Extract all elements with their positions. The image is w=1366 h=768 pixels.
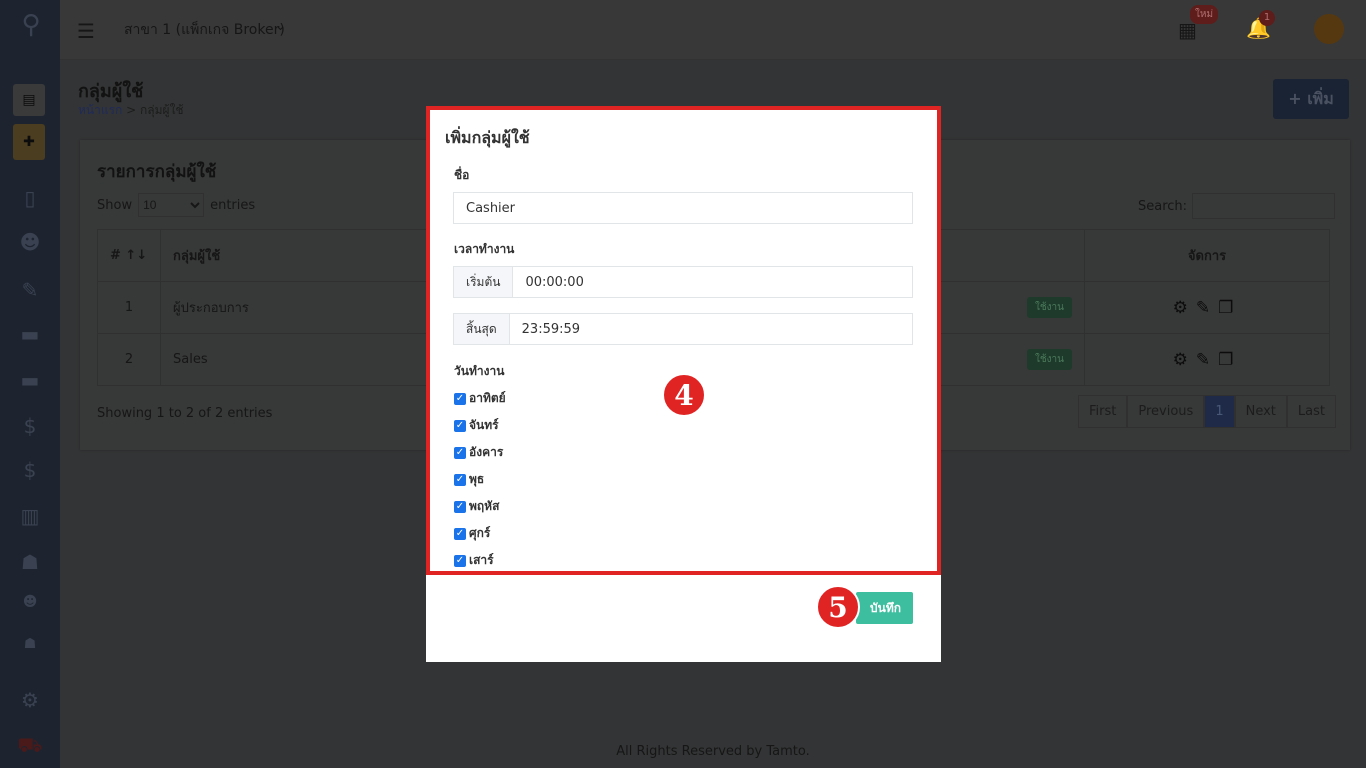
status-badge: ใช้งาน [1026, 297, 1072, 318]
search-input[interactable] [1192, 193, 1336, 219]
start-time-input[interactable]: เริ่มต้น 00:00:00 [453, 266, 913, 298]
show-label: Show [97, 197, 133, 213]
modal-title: เพิ่มกลุ่มผู้ใช้ [445, 128, 530, 147]
entries-length: Show 10 entries [97, 193, 255, 217]
copy-icon[interactable]: ❐ [1218, 298, 1241, 318]
day-label: อังคาร [469, 445, 504, 459]
page-last[interactable]: Last [1286, 395, 1336, 428]
table-info: Showing 1 to 2 of 2 entries [97, 406, 273, 421]
new-badge: ใหม่ [1190, 5, 1219, 24]
checkbox-checked-icon[interactable]: ✓ [454, 527, 466, 540]
card-title: รายการกลุ่มผู้ใช้ [97, 162, 217, 182]
day-checkbox[interactable]: ✓ อาทิตย์ [454, 389, 506, 408]
col-no[interactable]: # ↑↓ [97, 229, 161, 282]
chart-icon[interactable]: ▥ [0, 504, 60, 528]
chevron-down-icon[interactable]: ⌄ [275, 19, 286, 34]
checkbox-checked-icon[interactable]: ✓ [454, 554, 466, 567]
work-days-label: วันทำงาน [454, 364, 505, 378]
status-badge: ใช้งาน [1026, 349, 1072, 370]
day-label: จันทร์ [469, 418, 499, 432]
gear-icon[interactable]: ⚙ [1173, 298, 1196, 318]
day-checkbox[interactable]: ✓ เสาร์ [454, 551, 494, 570]
sidebar: ⚲ ▤ ✚ ▯ ☻ ✎ ▬ ▬ $ $ ▥ ☗ ☻ ☗ ⚙ ⛟ [0, 0, 60, 768]
avatar[interactable] [1314, 14, 1344, 44]
row-no: 2 [97, 333, 161, 386]
footer: All Rights Reserved by Tamto. [616, 744, 810, 759]
checkbox-checked-icon[interactable]: ✓ [454, 392, 466, 405]
day-checkbox[interactable]: ✓ จันทร์ [454, 416, 499, 435]
add-group-modal: เพิ่มกลุ่มผู้ใช้ ชื่อ Cashier เวลาทำงาน … [426, 106, 941, 662]
copy-icon[interactable]: ❐ [1218, 350, 1241, 370]
breadcrumb: หน้าแรก > กลุ่มผู้ใช้ [78, 101, 184, 120]
page-previous[interactable]: Previous [1127, 395, 1205, 428]
pencil-icon[interactable]: ✎ [1196, 350, 1218, 370]
end-addon: สิ้นสุด [454, 314, 510, 344]
add-box-button[interactable]: ✚ [13, 124, 45, 160]
end-time-input[interactable]: สิ้นสุด 23:59:59 [453, 313, 913, 345]
card-icon[interactable]: ▬ [0, 322, 60, 346]
name-input[interactable]: Cashier [453, 192, 913, 224]
pagination: First Previous 1 Next Last [1078, 395, 1336, 428]
breadcrumb-home[interactable]: หน้าแรก [78, 103, 122, 117]
checkbox-checked-icon[interactable]: ✓ [454, 500, 466, 513]
pencil-icon[interactable]: ✎ [1196, 298, 1218, 318]
step-5-marker: 5 [816, 585, 860, 629]
day-label: ศุกร์ [469, 526, 491, 540]
entries-label: entries [210, 197, 256, 213]
cart-icon[interactable]: ⛟ [0, 733, 60, 760]
checkbox-checked-icon[interactable]: ✓ [454, 446, 466, 459]
day-checkbox[interactable]: ✓ ศุกร์ [454, 524, 490, 543]
document-icon[interactable]: ▯ [0, 186, 60, 210]
breadcrumb-sep: > [126, 103, 137, 117]
edit-icon[interactable]: ✎ [0, 278, 60, 302]
step-4-marker: 4 [662, 373, 706, 417]
name-label: ชื่อ [454, 168, 470, 182]
work-time-label: เวลาทำงาน [454, 242, 515, 256]
start-value: 00:00:00 [525, 274, 584, 290]
group-icon[interactable]: ☻ [0, 594, 60, 610]
start-addon: เริ่มต้น [454, 267, 514, 297]
day-checkbox[interactable]: ✓ อังคาร [454, 443, 503, 462]
page-1[interactable]: 1 [1204, 395, 1235, 428]
day-label: พุธ [469, 472, 485, 486]
clipboard-button[interactable]: ▤ [13, 84, 45, 116]
name-value: Cashier [466, 200, 516, 216]
gear-icon[interactable]: ⚙ [1173, 350, 1196, 370]
money-icon[interactable]: $ [0, 414, 60, 438]
checkbox-checked-icon[interactable]: ✓ [454, 419, 466, 432]
col-actions[interactable]: จัดการ [1084, 229, 1330, 282]
user-icon[interactable]: ☗ [0, 636, 60, 652]
checkbox-checked-icon[interactable]: ✓ [454, 473, 466, 486]
search-label: Search: [1138, 198, 1188, 214]
search: Search: [1138, 193, 1336, 219]
gears-icon[interactable]: ⚙ [0, 688, 60, 712]
day-label: เสาร์ [469, 553, 494, 567]
money-icon-2[interactable]: $ [0, 458, 60, 482]
card-icon-2[interactable]: ▬ [0, 368, 60, 392]
row-no: 1 [97, 281, 161, 334]
entries-select[interactable]: 10 [138, 193, 205, 217]
add-button[interactable]: + เพิ่ม [1273, 79, 1349, 119]
day-checkbox[interactable]: ✓ พุธ [454, 470, 484, 489]
day-label: พฤหัส [469, 499, 500, 513]
breadcrumb-current: กลุ่มผู้ใช้ [140, 103, 184, 117]
logo-pin-icon[interactable]: ⚲ [18, 10, 44, 50]
notification-badge: 1 [1259, 10, 1275, 26]
page-first[interactable]: First [1078, 395, 1128, 428]
page-next[interactable]: Next [1234, 395, 1287, 428]
user-plus-icon[interactable]: ☗ [0, 550, 60, 574]
day-checkbox[interactable]: ✓ พฤหัส [454, 497, 499, 516]
save-button[interactable]: บันทึก [856, 592, 913, 624]
menu-icon[interactable]: ☰ [77, 19, 95, 43]
branch-selector[interactable]: สาขา 1 (แพ็กเกจ Broker) [124, 19, 285, 41]
users-icon[interactable]: ☻ [0, 230, 60, 254]
end-value: 23:59:59 [521, 321, 581, 337]
navbar: ☰ สาขา 1 (แพ็กเกจ Broker) ⌄ ▦ ใหม่ 🔔 1 [60, 0, 1366, 60]
day-label: อาทิตย์ [469, 391, 506, 405]
